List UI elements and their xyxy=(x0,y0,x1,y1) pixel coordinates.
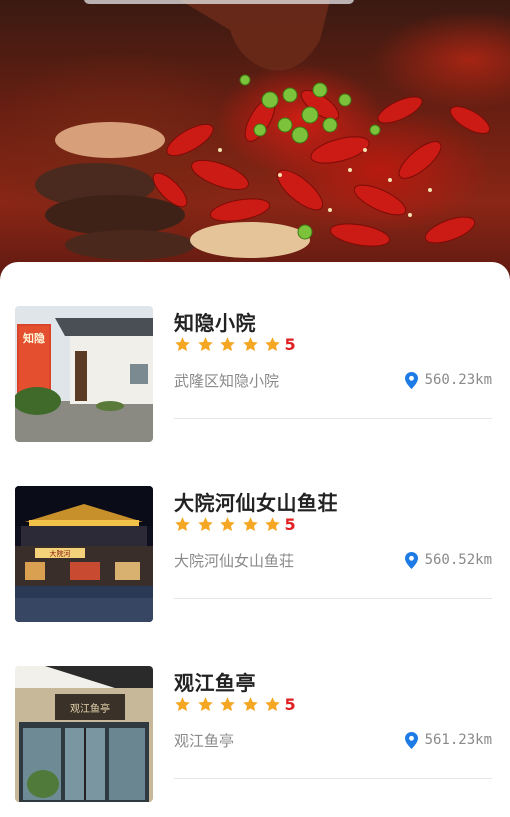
hero-food-image xyxy=(0,0,510,290)
location-pin-icon xyxy=(404,731,418,749)
restaurant-thumbnail: 观江鱼亭 xyxy=(15,666,153,802)
restaurant-card[interactable]: 大院河 大院河仙女山鱼荘 5 大院河仙女山鱼荘 560.52km xyxy=(0,486,510,666)
star-icon xyxy=(265,336,280,351)
star-icon xyxy=(197,696,213,711)
star-icon xyxy=(242,696,258,711)
rating-stars: 5 xyxy=(174,334,296,354)
restaurant-address: 武隆区知隐小院 xyxy=(174,372,280,390)
rating-value: 5 xyxy=(284,334,296,354)
rating-value: 5 xyxy=(284,514,296,534)
restaurant-card[interactable]: 知隐 知隐小院 5 武隆区知隐小院 560.23km xyxy=(0,306,510,486)
star-icon xyxy=(220,516,235,531)
star-icon xyxy=(242,516,258,531)
rating-value: 5 xyxy=(284,694,296,714)
restaurant-list-sheet: 知隐 知隐小院 5 武隆区知隐小院 560.23km 大院河 大院河仙女山鱼荘 … xyxy=(0,262,510,817)
restaurant-card[interactable]: 观江鱼亭 观江鱼亭 5 观江鱼亭 561.23km xyxy=(0,666,510,817)
thumbnail-sign-text: 观江鱼亭 xyxy=(70,702,110,715)
location-pin-icon xyxy=(404,371,418,389)
card-divider xyxy=(174,778,492,779)
star-icon xyxy=(197,336,213,351)
restaurant-name: 知隐小院 xyxy=(174,311,256,335)
thumbnail-sign-text: 大院河 xyxy=(50,549,71,558)
star-icon xyxy=(197,516,213,531)
star-icon xyxy=(175,696,190,711)
distance-value: 560.52km xyxy=(424,552,492,568)
restaurant-list-page: 知隐 知隐小院 5 武隆区知隐小院 560.23km 大院河 大院河仙女山鱼荘 … xyxy=(0,0,510,817)
rating-stars: 5 xyxy=(174,694,296,714)
restaurant-distance[interactable]: 561.23km xyxy=(404,730,492,750)
star-icon xyxy=(242,336,258,351)
card-divider xyxy=(174,598,492,599)
rating-stars: 5 xyxy=(174,514,296,534)
star-icon xyxy=(220,336,235,351)
restaurant-thumbnail: 知隐 xyxy=(15,306,153,442)
restaurant-distance[interactable]: 560.52km xyxy=(404,550,492,570)
star-icon xyxy=(175,516,190,531)
restaurant-address: 观江鱼亭 xyxy=(174,732,235,750)
restaurant-address: 大院河仙女山鱼荘 xyxy=(174,552,295,570)
location-pin-icon xyxy=(404,551,418,569)
distance-value: 561.23km xyxy=(424,732,492,748)
star-icon xyxy=(220,696,235,711)
restaurant-distance[interactable]: 560.23km xyxy=(404,370,492,390)
card-divider xyxy=(174,418,492,419)
star-icon xyxy=(175,336,190,351)
star-icon xyxy=(265,696,280,711)
star-icon xyxy=(265,516,280,531)
thumbnail-sign-text: 知隐 xyxy=(22,331,45,345)
hero-top-handle xyxy=(84,0,354,4)
restaurant-thumbnail: 大院河 xyxy=(15,486,153,622)
distance-value: 560.23km xyxy=(424,372,492,388)
restaurant-name: 观江鱼亭 xyxy=(174,671,256,695)
restaurant-name: 大院河仙女山鱼荘 xyxy=(174,491,338,515)
